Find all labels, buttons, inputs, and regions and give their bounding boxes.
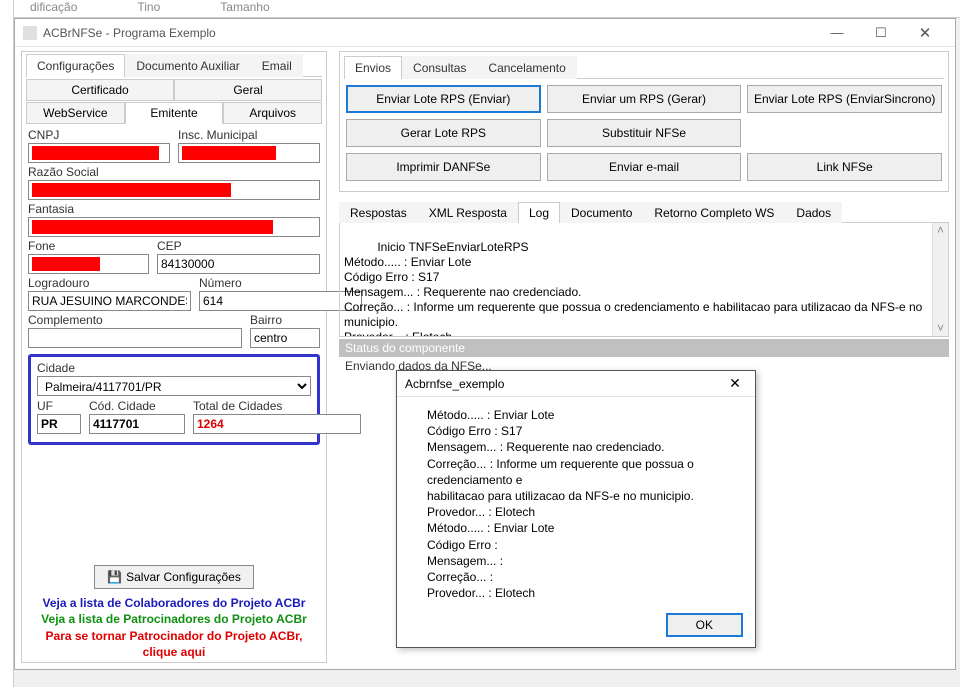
background-grid-header: dificaçãoTinoTamanho <box>0 0 960 18</box>
total-cidades-label: Total de Cidades <box>193 399 361 413</box>
scroll-up-icon[interactable]: ˄ <box>937 223 944 238</box>
subtab-emitente[interactable]: Emitente <box>125 102 224 124</box>
razao-social-input-redacted[interactable] <box>32 183 231 197</box>
tab-consultas[interactable]: Consultas <box>402 56 477 79</box>
log-output[interactable]: Inicio TNFSeEnviarLoteRPS Método..... : … <box>339 223 949 337</box>
tab-envios[interactable]: Envios <box>344 56 402 79</box>
log-scrollbar[interactable]: ˄ ˅ <box>932 223 948 336</box>
link-tornar-patrocinador[interactable]: Para se tornar Patrocinador do Projeto A… <box>30 628 318 660</box>
background-grid-rows <box>0 0 14 687</box>
numero-input[interactable] <box>199 291 362 311</box>
logtab-respostas[interactable]: Respostas <box>339 202 418 223</box>
enviar-lote-rps-button[interactable]: Enviar Lote RPS (Enviar) <box>346 85 541 113</box>
bairro-label: Bairro <box>250 313 320 327</box>
tab-cancelamento[interactable]: Cancelamento <box>477 56 576 79</box>
insc-municipal-label: Insc. Municipal <box>178 128 320 142</box>
status-label: Status do componente <box>339 339 949 357</box>
log-tabs: Respostas XML Resposta Log Documento Ret… <box>339 202 949 223</box>
subtab-certificado[interactable]: Certificado <box>26 79 174 101</box>
enviar-lote-rps-sincrono-button[interactable]: Enviar Lote RPS (EnviarSincrono) <box>747 85 942 113</box>
cnpj-input-redacted[interactable] <box>32 146 159 160</box>
maximize-button[interactable]: ☐ <box>859 20 903 46</box>
message-dialog: Acbrnfse_exemplo ✕ Método..... : Enviar … <box>396 370 756 648</box>
gerar-lote-rps-button[interactable]: Gerar Lote RPS <box>346 119 541 147</box>
bairro-input[interactable] <box>250 328 320 348</box>
titlebar: ACBrNFSe - Programa Exemplo — ☐ ✕ <box>15 19 955 47</box>
dialog-close-button[interactable]: ✕ <box>723 375 747 392</box>
razao-social-label: Razão Social <box>28 165 320 179</box>
tab-email[interactable]: Email <box>251 54 303 77</box>
cep-label: CEP <box>157 239 320 253</box>
logtab-log[interactable]: Log <box>518 202 560 223</box>
link-colaboradores[interactable]: Veja a lista de Colaboradores do Projeto… <box>30 595 318 611</box>
substituir-nfse-button[interactable]: Substituir NFSe <box>547 119 742 147</box>
dialog-body: Método..... : Enviar Lote Código Erro : … <box>397 397 755 607</box>
fantasia-label: Fantasia <box>28 202 320 216</box>
salvar-configuracoes-button[interactable]: 💾 Salvar Configurações <box>94 565 254 589</box>
window-title: ACBrNFSe - Programa Exemplo <box>43 26 815 40</box>
fantasia-input-redacted[interactable] <box>32 220 273 234</box>
cod-cidade-input[interactable] <box>89 414 185 434</box>
numero-label: Número <box>199 276 362 290</box>
subtab-webservice[interactable]: WebService <box>26 102 125 124</box>
subtab-geral[interactable]: Geral <box>174 79 322 101</box>
uf-label: UF <box>37 399 81 413</box>
close-button[interactable]: ✕ <box>903 20 947 46</box>
tab-documento-auxiliar[interactable]: Documento Auxiliar <box>125 54 250 77</box>
app-icon <box>23 26 37 40</box>
insc-municipal-input-redacted[interactable] <box>182 146 276 160</box>
right-main-tabs: Envios Consultas Cancelamento <box>344 56 944 79</box>
total-cidades-input[interactable] <box>193 414 361 434</box>
logradouro-input[interactable] <box>28 291 191 311</box>
imprimir-danfse-button[interactable]: Imprimir DANFSe <box>346 153 541 181</box>
subtab-arquivos[interactable]: Arquivos <box>223 102 322 124</box>
dialog-ok-button[interactable]: OK <box>666 613 743 637</box>
left-main-tabs: Configurações Documento Auxiliar Email <box>26 54 322 77</box>
dialog-title: Acbrnfse_exemplo <box>405 377 723 391</box>
cidade-label: Cidade <box>37 361 311 375</box>
logtab-documento[interactable]: Documento <box>560 202 643 223</box>
cidade-highlight-box: Cidade Palmeira/4117701/PR UF Cód. Cidad… <box>28 354 320 445</box>
uf-input[interactable] <box>37 414 81 434</box>
scroll-down-icon[interactable]: ˅ <box>937 321 944 336</box>
complemento-label: Complemento <box>28 313 242 327</box>
minimize-button[interactable]: — <box>815 20 859 46</box>
enviar-um-rps-button[interactable]: Enviar um RPS (Gerar) <box>547 85 742 113</box>
config-panel: Configurações Documento Auxiliar Email C… <box>21 51 327 663</box>
logtab-xml-resposta[interactable]: XML Resposta <box>418 202 518 223</box>
logradouro-label: Logradouro <box>28 276 191 290</box>
fone-input-redacted[interactable] <box>32 257 100 271</box>
link-nfse-button[interactable]: Link NFSe <box>747 153 942 181</box>
link-patrocinadores[interactable]: Veja a lista de Patrocinadores do Projet… <box>30 611 318 627</box>
cidade-select[interactable]: Palmeira/4117701/PR <box>37 376 311 396</box>
fone-label: Fone <box>28 239 149 253</box>
cep-input[interactable] <box>157 254 320 274</box>
logtab-dados[interactable]: Dados <box>785 202 842 223</box>
tab-configuracoes[interactable]: Configurações <box>26 54 125 77</box>
cod-cidade-label: Cód. Cidade <box>89 399 185 413</box>
cnpj-label: CNPJ <box>28 128 170 142</box>
save-icon: 💾 <box>107 570 122 584</box>
enviar-email-button[interactable]: Enviar e-mail <box>547 153 742 181</box>
complemento-input[interactable] <box>28 328 242 348</box>
logtab-retorno-completo[interactable]: Retorno Completo WS <box>643 202 785 223</box>
project-links: Veja a lista de Colaboradores do Projeto… <box>26 595 322 660</box>
